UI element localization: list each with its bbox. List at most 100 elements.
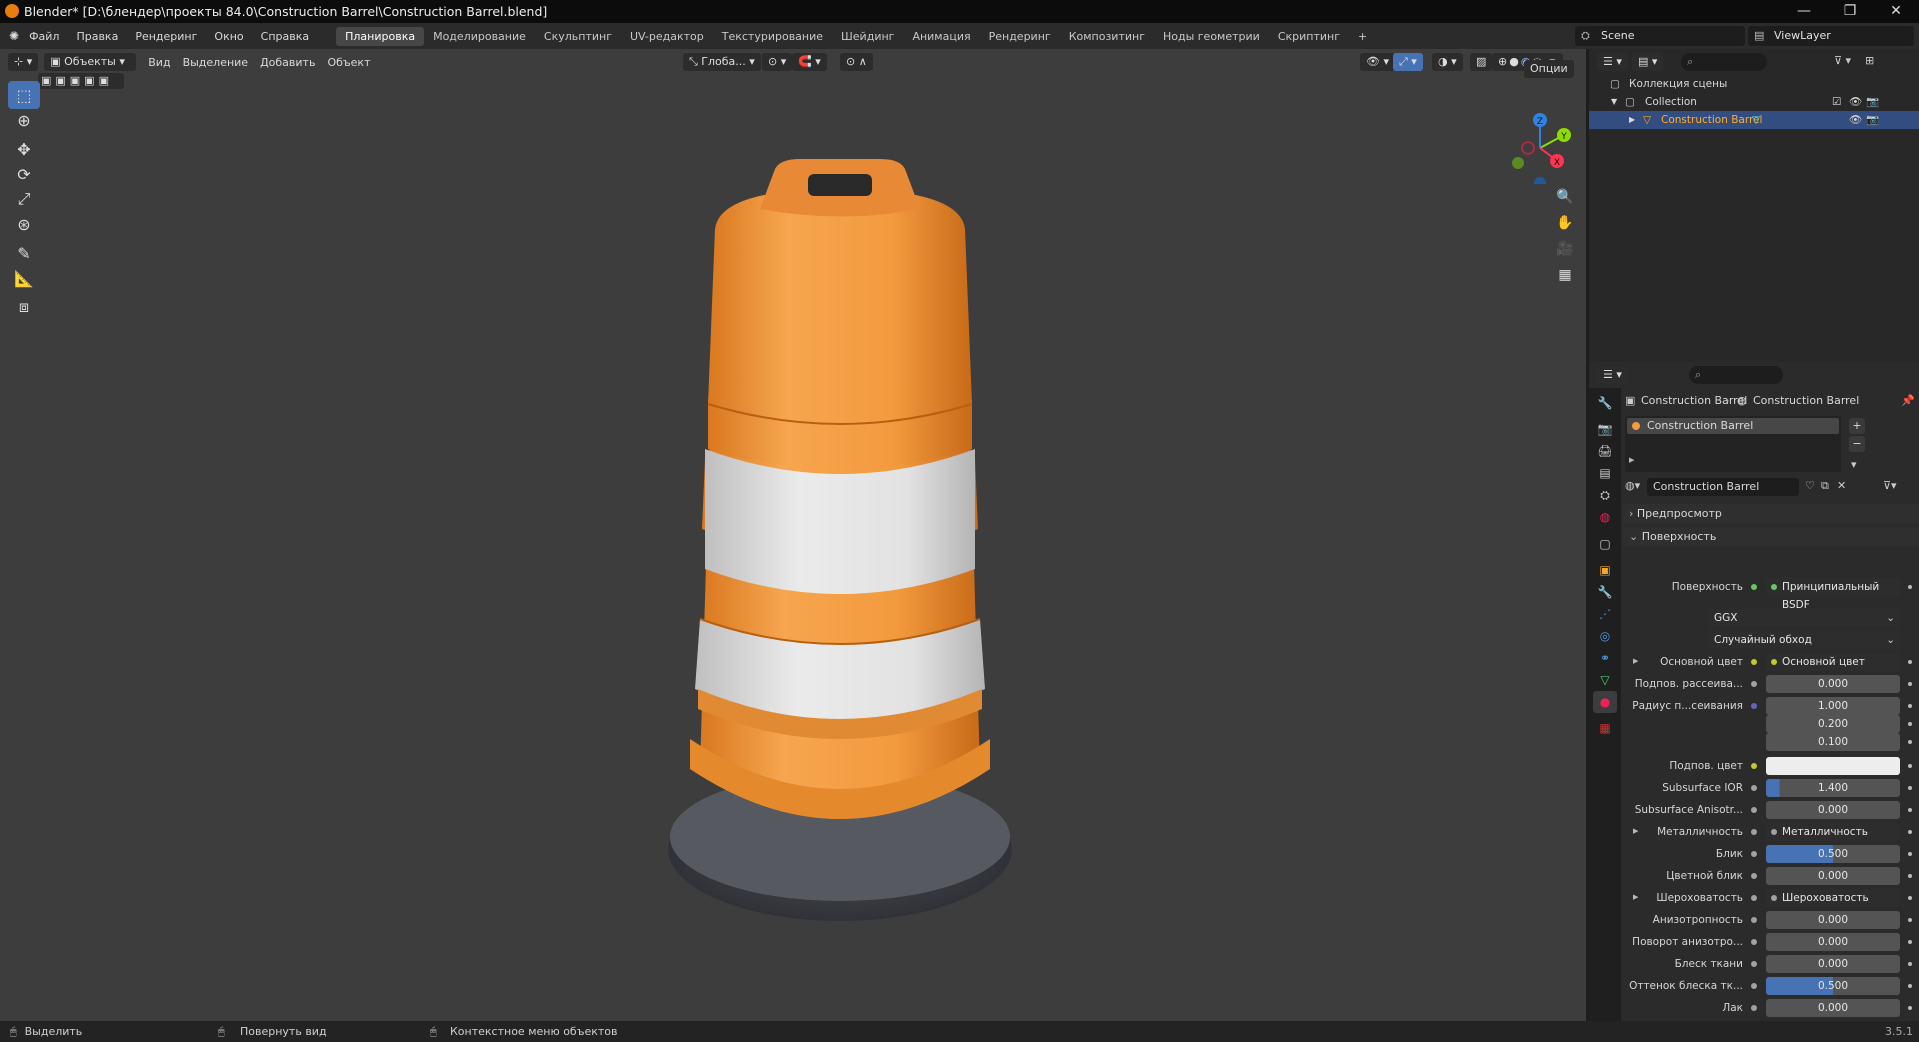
number-field[interactable]: 0.000: [1766, 801, 1900, 819]
number-field[interactable]: 0.000: [1766, 675, 1900, 693]
3d-viewport[interactable]: ⊹ ▾ ▣ Объекты ▾ Вид Выделение Добавить О…: [0, 49, 1586, 1021]
gizmo-neg-y[interactable]: [1512, 157, 1524, 169]
keyframe-dot-icon[interactable]: [1908, 585, 1912, 589]
tool-tab-icon[interactable]: 🔧: [1593, 392, 1617, 414]
navigation-gizmo[interactable]: Z Y X: [1500, 104, 1580, 184]
collection-checkbox[interactable]: ☑: [1832, 93, 1841, 111]
gizmo-neg-z[interactable]: [1534, 177, 1546, 184]
outliner-editor-type[interactable]: ☰ ▾: [1597, 53, 1628, 71]
expand-socket-icon[interactable]: ▶: [1633, 827, 1638, 835]
outliner-collection[interactable]: ▼ ▢ Collection ☑ 👁 📷: [1589, 93, 1919, 111]
slot-expand-icon[interactable]: ▶: [1629, 456, 1634, 464]
collection-tab-icon[interactable]: ▢: [1593, 533, 1617, 555]
linked-node-field[interactable]: Основной цвет: [1766, 653, 1900, 671]
remove-slot-button[interactable]: −: [1849, 436, 1865, 452]
view-layer-selector[interactable]: ▤ ViewLayer: [1748, 26, 1914, 46]
texture-tab-icon[interactable]: ▦: [1593, 717, 1617, 739]
number-field[interactable]: 0.000: [1766, 867, 1900, 885]
socket-icon[interactable]: [1751, 785, 1757, 791]
visibility-selector[interactable]: 👁 ▾: [1360, 53, 1395, 71]
material-name-field[interactable]: Construction Barrel: [1647, 478, 1799, 496]
material-filter-icon[interactable]: ⊽▾: [1883, 479, 1897, 492]
cursor-tool[interactable]: ⊕: [8, 106, 40, 134]
preview-panel-header[interactable]: › Предпросмотр: [1623, 504, 1919, 524]
select-menu[interactable]: Выделение: [183, 56, 249, 69]
number-field[interactable]: 0.500: [1766, 977, 1900, 995]
number-field[interactable]: 0.000: [1766, 933, 1900, 951]
annotate-tool[interactable]: ✎: [8, 239, 40, 267]
object-tab-icon[interactable]: ▣: [1593, 559, 1617, 581]
scene-selector[interactable]: ⛭ Scene: [1575, 26, 1745, 46]
number-field[interactable]: 1.000: [1766, 697, 1900, 715]
outliner-scene-collection[interactable]: ▢ Коллекция сцены: [1589, 75, 1919, 93]
menu-window[interactable]: Окно: [214, 30, 243, 43]
material-slot-item[interactable]: Construction Barrel: [1627, 418, 1839, 434]
keyframe-dot-icon[interactable]: [1908, 740, 1912, 744]
menu-render[interactable]: Рендеринг: [135, 30, 197, 43]
surface-panel-header[interactable]: ⌄ Поверхность: [1623, 527, 1919, 547]
tab-sculpting[interactable]: Скульптинг: [535, 27, 621, 46]
scale-tool[interactable]: ⤢: [8, 185, 40, 213]
unlink-material-icon[interactable]: ✕: [1837, 479, 1846, 492]
pin-icon[interactable]: 📌: [1901, 392, 1915, 410]
mesh-data-icon[interactable]: ▽: [1752, 111, 1760, 129]
keyframe-dot-icon[interactable]: [1908, 896, 1912, 900]
pan-hand-icon[interactable]: ✋: [1552, 210, 1578, 236]
keyframe-dot-icon[interactable]: [1908, 918, 1912, 922]
tab-animation[interactable]: Анимация: [903, 27, 979, 46]
view-layer-tab-icon[interactable]: ▤: [1593, 462, 1617, 484]
gizmo-toggle[interactable]: ⤢ ▾: [1393, 53, 1423, 71]
keyframe-dot-icon[interactable]: [1908, 704, 1912, 708]
measure-tool[interactable]: 📐: [8, 264, 40, 292]
tab-shading[interactable]: Шейдинг: [832, 27, 903, 46]
keyframe-dot-icon[interactable]: [1908, 1006, 1912, 1010]
keyframe-dot-icon[interactable]: [1908, 940, 1912, 944]
keyframe-dot-icon[interactable]: [1908, 962, 1912, 966]
tab-layout[interactable]: Планировка: [336, 26, 425, 46]
tab-scripting[interactable]: Скриптинг: [1269, 27, 1349, 46]
keyframe-dot-icon[interactable]: [1908, 786, 1912, 790]
number-field[interactable]: 0.000: [1766, 911, 1900, 929]
construction-barrel-model[interactable]: [650, 149, 1030, 969]
collection-visibility-icon[interactable]: 👁: [1849, 93, 1862, 111]
browse-material-icon[interactable]: ◍▾: [1625, 479, 1640, 492]
scene-tab-icon[interactable]: ⛭: [1593, 484, 1617, 506]
material-slot-list[interactable]: Construction Barrel ▶: [1625, 416, 1841, 472]
socket-icon[interactable]: [1751, 829, 1757, 835]
maximize-button[interactable]: ❐: [1827, 0, 1873, 23]
socket-icon[interactable]: [1751, 807, 1757, 813]
transform-tool[interactable]: ⊛: [8, 210, 40, 238]
select-mode-buttons[interactable]: ▣▣▣▣▣: [38, 73, 124, 89]
tab-compositing[interactable]: Композитинг: [1060, 27, 1154, 46]
new-collection-icon[interactable]: ⊞: [1865, 54, 1874, 67]
object-visibility-icon[interactable]: 👁: [1849, 111, 1862, 129]
socket-icon[interactable]: [1751, 584, 1757, 590]
socket-icon[interactable]: [1751, 1005, 1757, 1011]
material-tab-icon[interactable]: ●: [1593, 691, 1617, 713]
add-cube-tool[interactable]: ⧈: [8, 293, 40, 321]
select-box-tool[interactable]: ⬚: [8, 81, 40, 109]
output-tab-icon[interactable]: 🖨: [1593, 440, 1617, 462]
render-tab-icon[interactable]: 📷: [1593, 418, 1617, 440]
proportional-edit-toggle[interactable]: ⊙ ∧: [840, 53, 873, 71]
socket-icon[interactable]: [1751, 681, 1757, 687]
outliner-object-row[interactable]: ▶ ▽ Construction Barrel ▽ 👁 📷: [1589, 111, 1919, 129]
rotate-tool[interactable]: ⟳: [8, 160, 40, 188]
object-render-icon[interactable]: 📷: [1866, 111, 1879, 129]
linked-node-field[interactable]: Шероховатость: [1766, 889, 1900, 907]
keyframe-dot-icon[interactable]: [1908, 874, 1912, 878]
keyframe-dot-icon[interactable]: [1908, 984, 1912, 988]
socket-icon[interactable]: [1751, 851, 1757, 857]
editor-type-button[interactable]: ⊹ ▾: [8, 53, 39, 71]
tab-geometry-nodes[interactable]: Ноды геометрии: [1154, 27, 1269, 46]
tab-modeling[interactable]: Моделирование: [424, 27, 535, 46]
properties-search-input[interactable]: ⌕: [1689, 366, 1783, 384]
color-swatch[interactable]: [1766, 757, 1900, 775]
duplicate-material-icon[interactable]: ⧉: [1821, 479, 1829, 493]
options-button[interactable]: Опции: [1524, 60, 1574, 78]
mode-selector[interactable]: ▣ Объекты ▾: [44, 53, 137, 71]
socket-icon[interactable]: [1751, 763, 1757, 769]
pivot-point-selector[interactable]: ⊙ ▾: [762, 53, 793, 71]
dropdown-field[interactable]: GGX ⌄: [1708, 609, 1900, 627]
add-workspace-button[interactable]: +: [1349, 27, 1376, 46]
